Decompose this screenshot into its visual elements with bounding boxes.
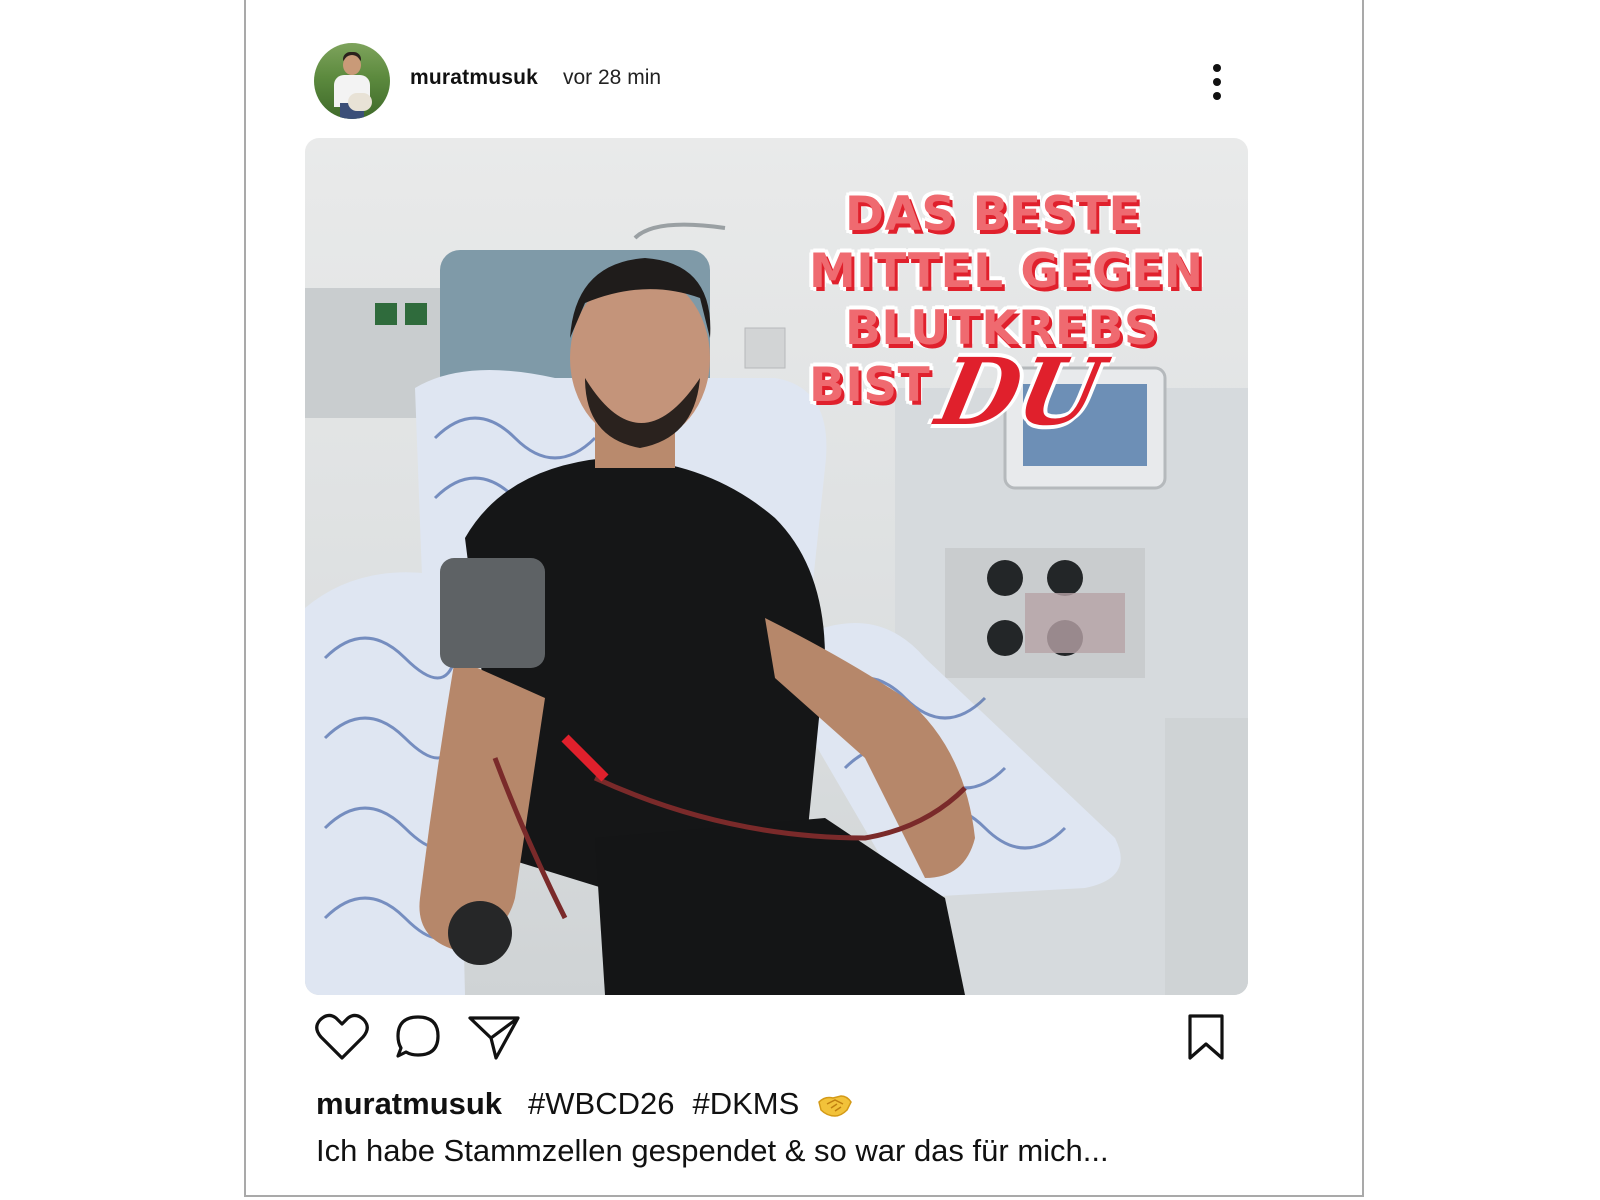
post-username[interactable]: muratmusuk [410,66,538,90]
more-vertical-icon [1213,64,1221,72]
heart-icon [315,1013,369,1060]
hashtag[interactable]: #DKMS [692,1086,799,1121]
comment-bubble-icon [396,1015,440,1058]
hashtag[interactable]: #WBCD26 [528,1086,674,1121]
handshake-emoji [817,1090,853,1126]
more-options-button[interactable] [1200,60,1234,104]
post-time: vor 28 min [563,66,662,89]
save-button[interactable] [1186,1012,1226,1062]
caption-text: Ich habe Stammzellen gespendet & so war … [316,1133,1109,1168]
caption-header: muratmusuk #WBCD26 #DKMS [316,1086,853,1126]
paper-plane-icon [468,1016,520,1060]
share-button[interactable] [466,1012,522,1062]
caption-username[interactable]: muratmusuk [316,1086,502,1121]
overlay-line-1: DAS BESTE [845,187,1142,242]
comment-button[interactable] [394,1012,442,1062]
bookmark-icon [1188,1014,1224,1060]
avatar[interactable] [314,43,390,119]
overlay-line-2: MITTEL GEGEN [809,244,1204,299]
like-button[interactable] [314,1012,370,1062]
overlay-accent: DU [928,338,1112,446]
